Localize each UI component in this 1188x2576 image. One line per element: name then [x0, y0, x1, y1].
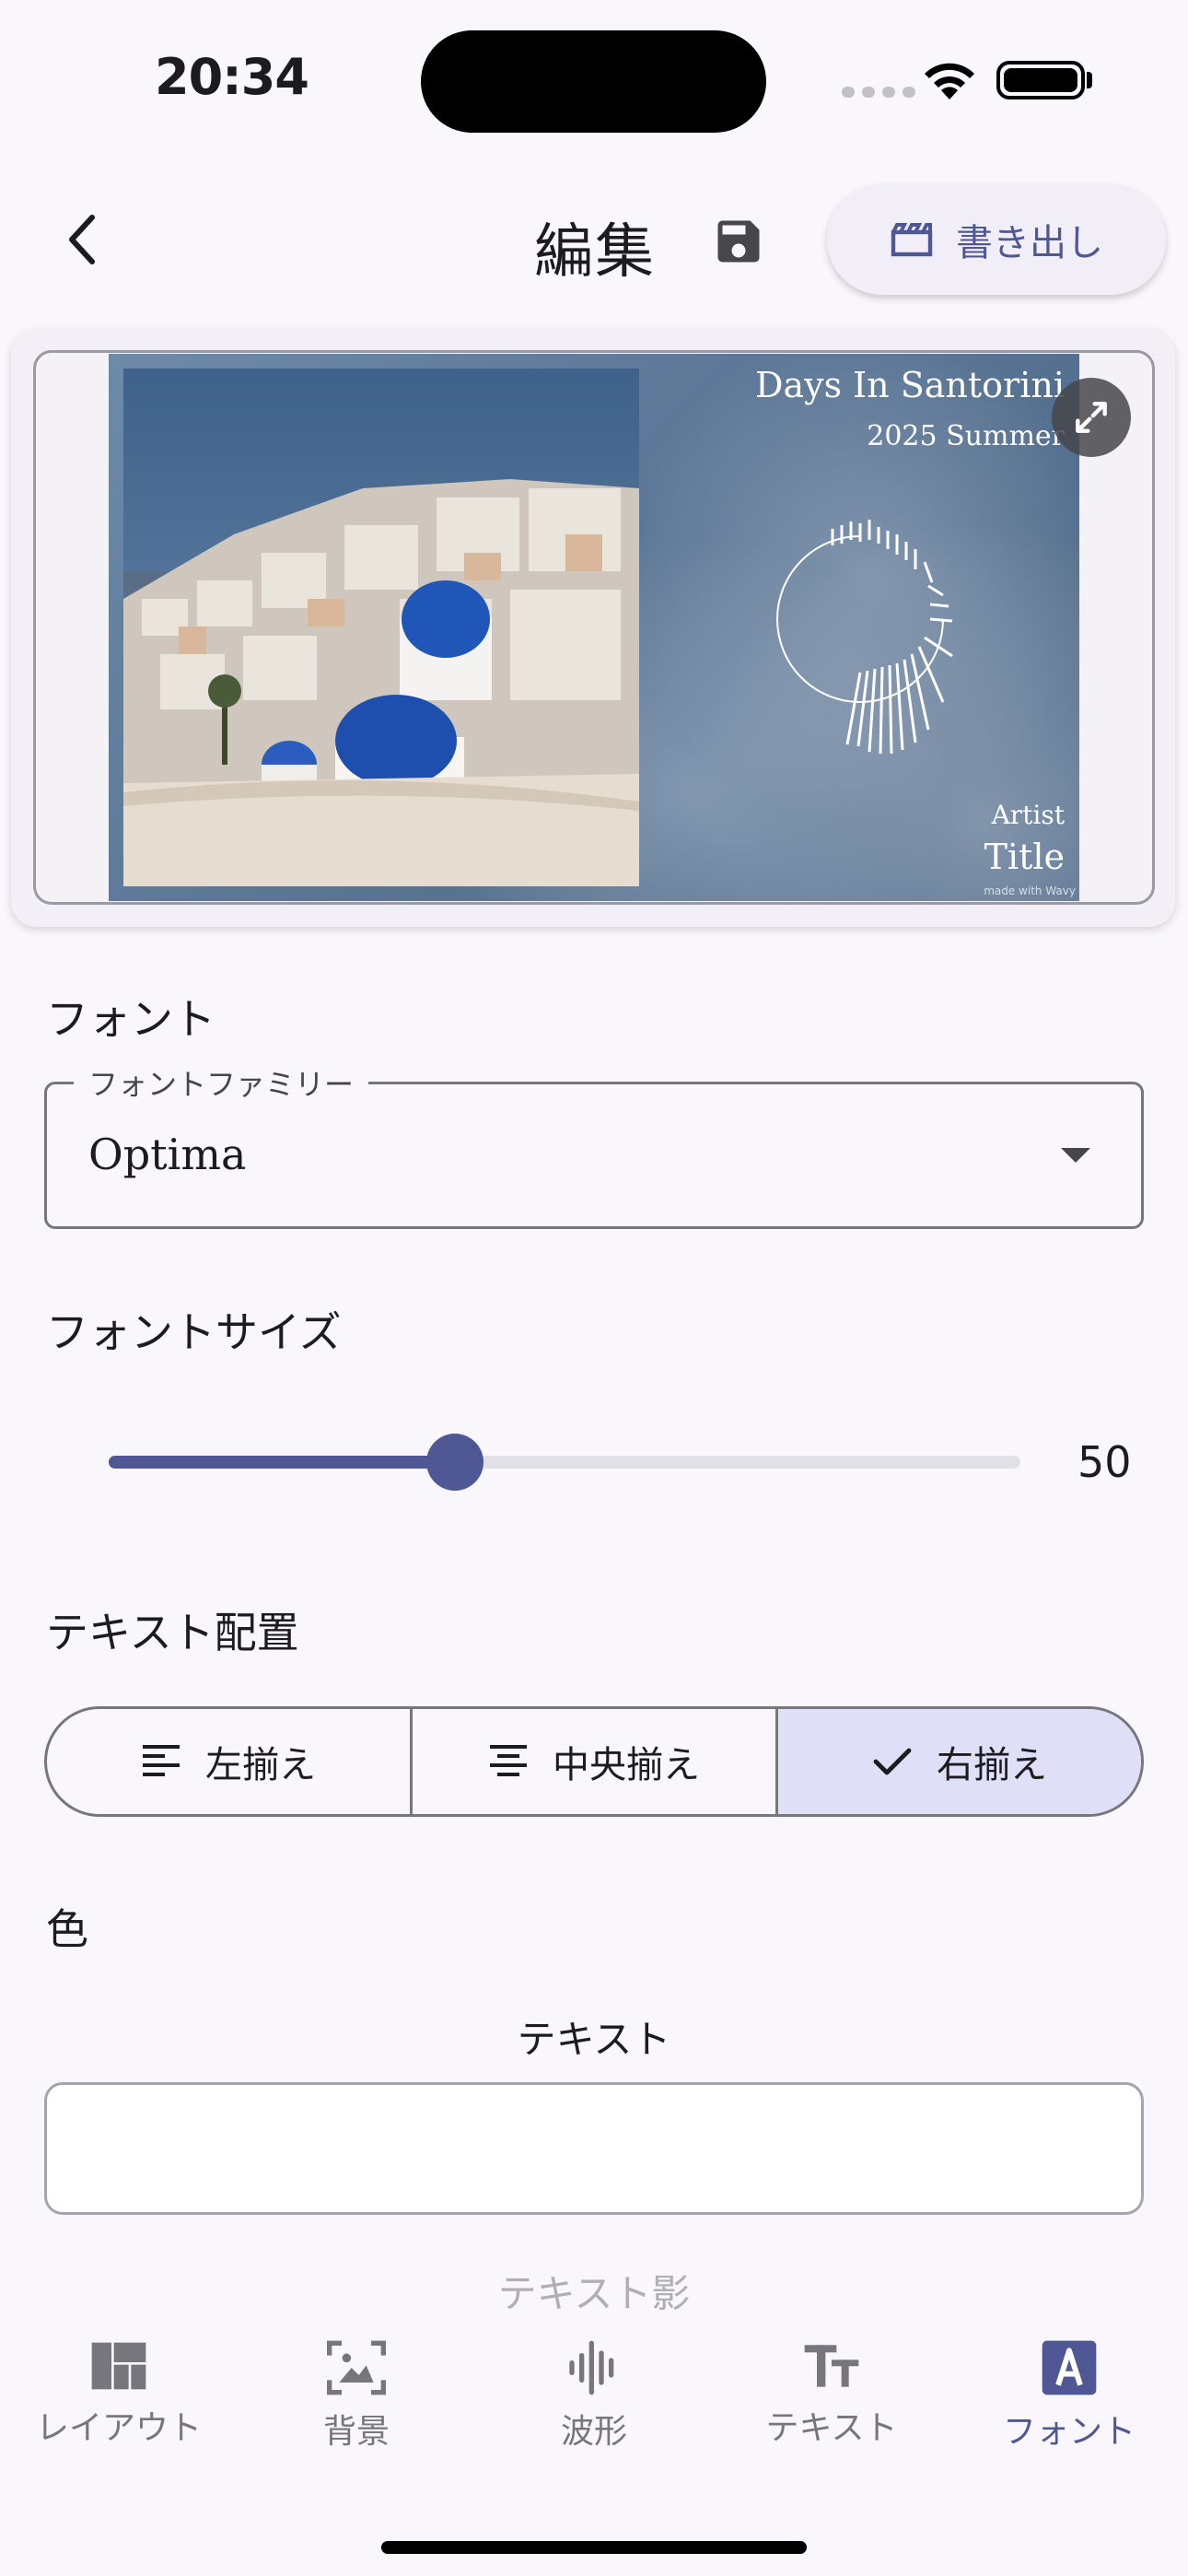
cellular-signal-icon	[842, 87, 915, 98]
circular-waveform	[776, 520, 953, 755]
battery-icon	[996, 61, 1085, 100]
fullscreen-button[interactable]	[1052, 378, 1131, 457]
preview-canvas[interactable]: Days In Santorini 2025 Summer Artist Tit…	[109, 354, 1079, 901]
nav-item-background[interactable]: 背景	[238, 2340, 475, 2453]
align-center-icon	[490, 1745, 527, 1776]
nav-item-font[interactable]: フォント	[950, 2340, 1188, 2453]
battery-cap	[1087, 72, 1092, 88]
align-left-label: 左揃え	[205, 1744, 316, 1786]
font-icon	[1042, 2340, 1097, 2395]
waveform-icon	[569, 2340, 614, 2395]
chevron-left-icon	[69, 215, 95, 264]
dynamic-island	[421, 30, 766, 133]
page-title: 編集	[534, 218, 656, 287]
color-section-label: 色	[46, 1904, 88, 1954]
dropdown-arrow-icon[interactable]	[1061, 1148, 1090, 1163]
save-icon	[717, 220, 760, 263]
nav-label-text: テキスト	[765, 2409, 898, 2447]
nav-label-layout: レイアウト	[35, 2409, 202, 2447]
text-size-icon	[804, 2345, 859, 2387]
clapperboard-icon	[891, 223, 933, 257]
align-left-button[interactable]: 左揃え	[47, 1709, 413, 1814]
preview-title: Days In Santorini	[755, 365, 1065, 405]
nav-item-layout[interactable]: レイアウト	[0, 2340, 238, 2449]
check-icon	[873, 1748, 912, 1775]
nav-item-waveform[interactable]: 波形	[475, 2340, 713, 2453]
wifi-icon	[921, 59, 978, 105]
font-size-slider-thumb[interactable]	[426, 1434, 484, 1491]
font-family-value: Optima	[88, 1130, 247, 1179]
preview-artist: Artist	[991, 800, 1065, 830]
layout-icon	[91, 2342, 146, 2390]
align-right-button[interactable]: 右揃え	[778, 1709, 1141, 1814]
font-size-slider-active-track	[109, 1456, 456, 1469]
export-button[interactable]: 書き出し	[827, 184, 1166, 295]
font-size-value: 50	[1077, 1437, 1132, 1487]
align-center-label: 中央揃え	[553, 1744, 700, 1786]
save-button[interactable]	[702, 205, 775, 278]
expand-icon	[1076, 402, 1107, 433]
font-family-legend: フォントファミリー	[74, 1061, 369, 1104]
text-align-label: テキスト配置	[46, 1608, 299, 1657]
nav-label-waveform: 波形	[560, 2413, 627, 2451]
text-align-segmented-control: 左揃え 中央揃え 右揃え	[44, 1706, 1144, 1817]
nav-label-font: フォント	[1002, 2413, 1136, 2451]
text-color-swatch[interactable]	[44, 2082, 1144, 2215]
preview-track-title: Title	[984, 837, 1065, 877]
nav-label-background: 背景	[322, 2413, 390, 2451]
preview-credit: made with Wavy	[984, 884, 1076, 897]
text-shadow-color-label: テキスト影	[497, 2271, 691, 2316]
preview-subtitle: 2025 Summer	[867, 420, 1065, 452]
export-label: 書き出し	[956, 222, 1103, 264]
back-button[interactable]	[44, 203, 118, 276]
align-right-label: 右揃え	[937, 1744, 1047, 1786]
text-color-label: テキスト	[517, 2017, 671, 2062]
font-section-label: フォント	[46, 994, 215, 1044]
image-frame-icon	[327, 2340, 386, 2395]
nav-item-text[interactable]: テキスト	[713, 2340, 950, 2449]
home-indicator	[381, 2541, 807, 2554]
align-left-icon	[143, 1745, 180, 1776]
font-size-label: フォントサイズ	[46, 1307, 342, 1357]
status-time: 20:34	[155, 48, 309, 106]
album-photo	[123, 369, 639, 886]
align-center-button[interactable]: 中央揃え	[413, 1709, 778, 1814]
